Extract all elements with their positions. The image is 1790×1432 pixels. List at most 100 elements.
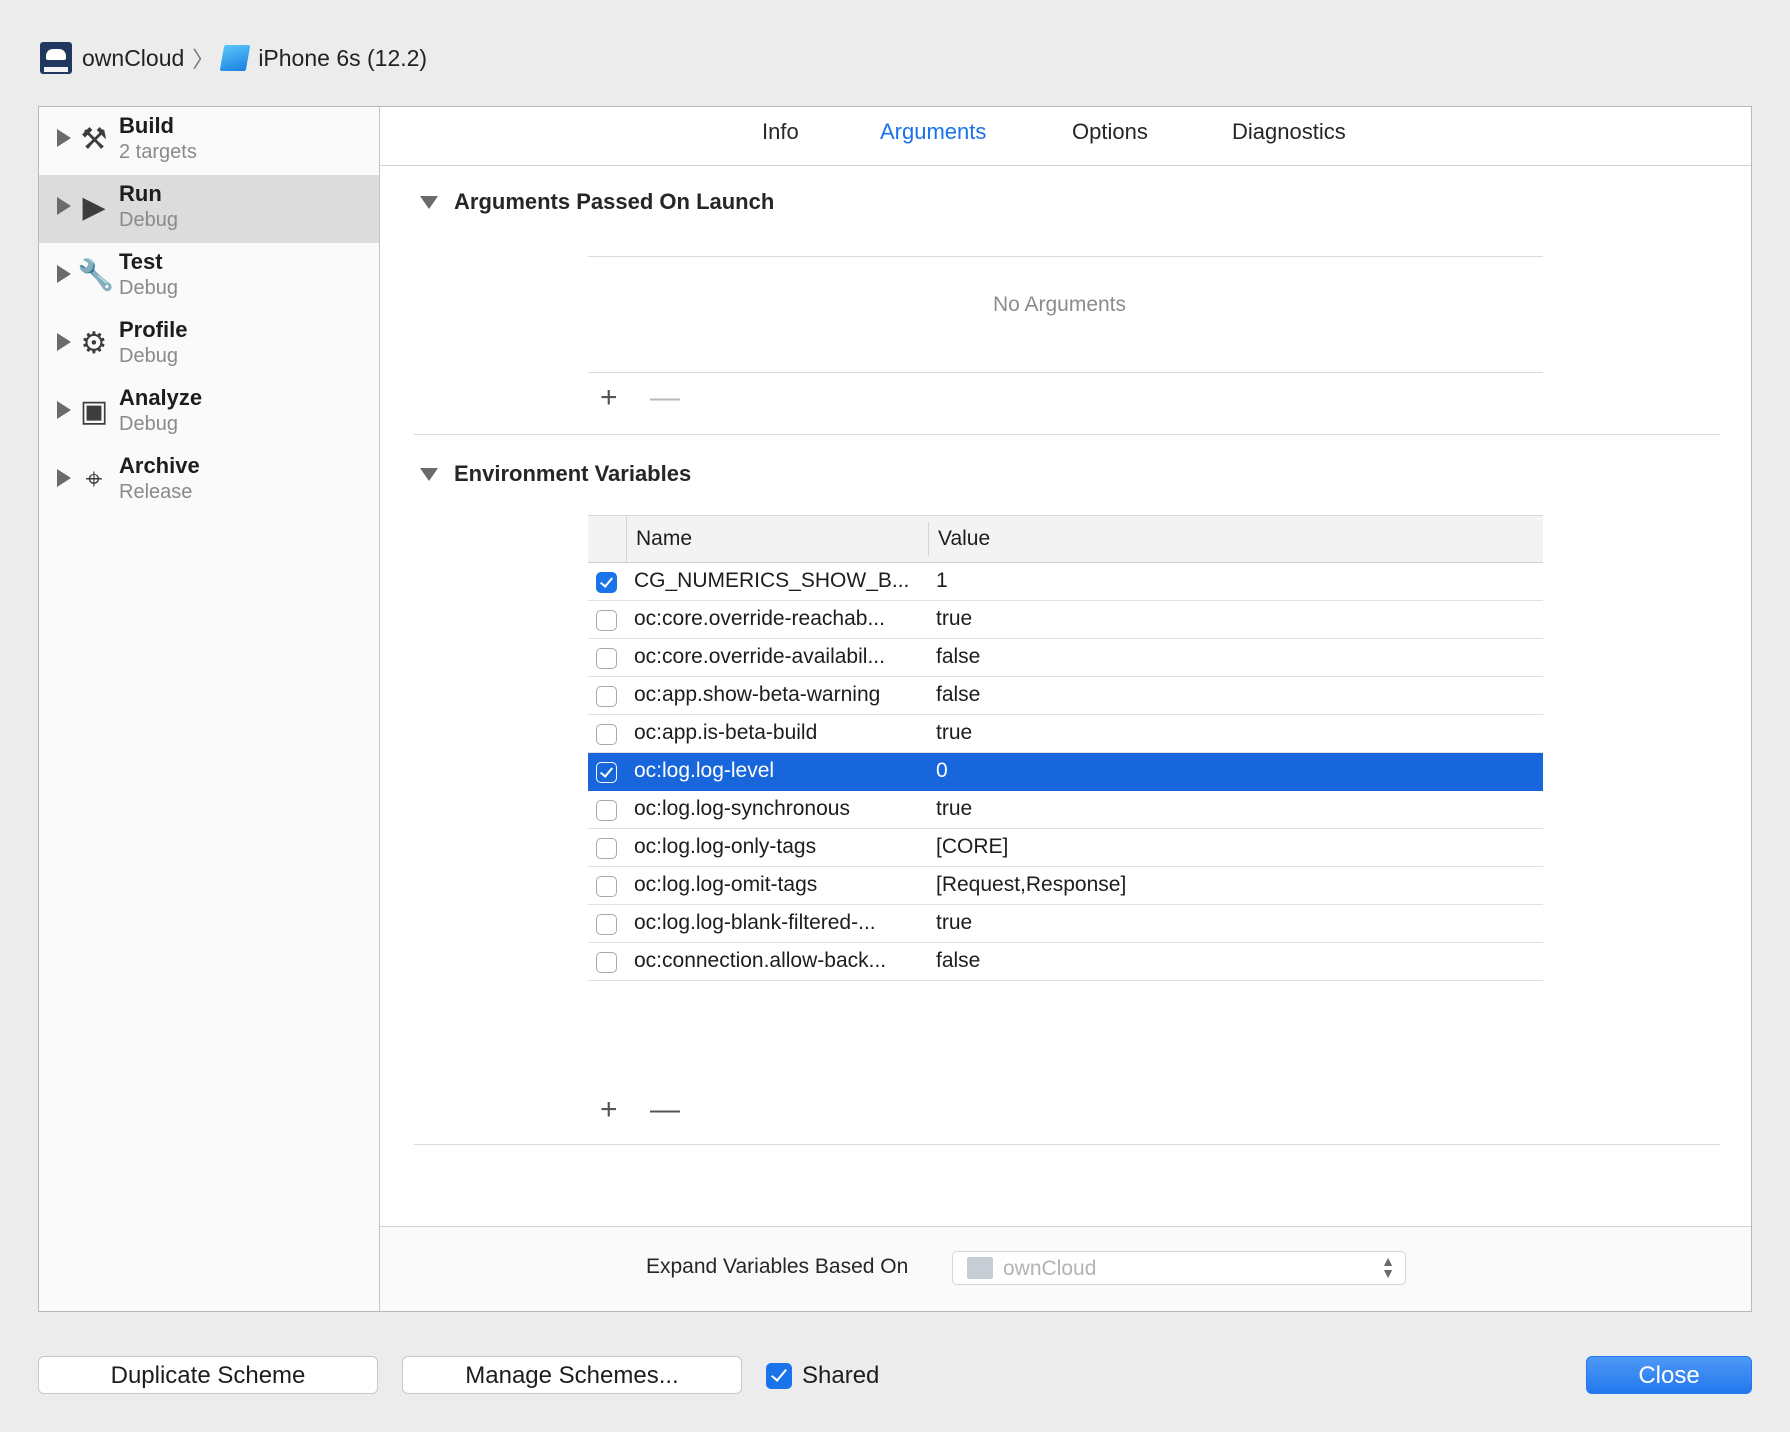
table-row[interactable]: oc:log.log-synchronous true xyxy=(588,791,1543,829)
variable-value[interactable]: true xyxy=(936,721,972,745)
sidebar-item-build[interactable]: ⚒ Build 2 targets xyxy=(39,107,379,175)
disclosure-triangle-icon[interactable] xyxy=(57,129,71,147)
variable-name[interactable]: oc:log.log-level xyxy=(634,759,924,783)
environment-section-header[interactable]: Environment Variables xyxy=(420,461,691,487)
expand-variables-value: ownCloud xyxy=(1003,1257,1097,1280)
table-row[interactable]: oc:log.log-level 0 xyxy=(588,753,1543,791)
variable-value[interactable]: 1 xyxy=(936,569,948,593)
checkbox-column-header xyxy=(588,516,627,562)
disclosure-triangle-icon[interactable] xyxy=(420,195,438,209)
checkbox[interactable] xyxy=(596,724,617,745)
table-row[interactable]: CG_NUMERICS_SHOW_B... 1 xyxy=(588,563,1543,601)
disclosure-triangle-icon[interactable] xyxy=(57,197,71,215)
sidebar-item-test[interactable]: 🔧 Test Debug xyxy=(39,243,379,311)
variable-name[interactable]: oc:connection.allow-back... xyxy=(634,949,924,973)
variable-name[interactable]: oc:log.log-only-tags xyxy=(634,835,924,859)
tab-options[interactable]: Options xyxy=(1072,119,1148,145)
checkbox-checked-icon[interactable] xyxy=(596,762,617,783)
table-row[interactable]: oc:connection.allow-back... false xyxy=(588,943,1543,981)
sidebar-item-title: Profile xyxy=(119,317,188,342)
variable-value[interactable]: false xyxy=(936,645,980,669)
checkbox[interactable] xyxy=(596,648,617,669)
expand-variables-label: Expand Variables Based On xyxy=(646,1255,909,1278)
table-row[interactable]: oc:app.show-beta-warning false xyxy=(588,677,1543,715)
variable-value[interactable]: true xyxy=(936,797,972,821)
variable-value[interactable]: false xyxy=(936,949,980,973)
variable-value[interactable]: 0 xyxy=(936,759,948,783)
table-header: Name Value xyxy=(588,515,1543,563)
variable-name[interactable]: oc:log.log-omit-tags xyxy=(634,873,924,897)
variable-name[interactable]: oc:log.log-blank-filtered-... xyxy=(634,911,924,935)
arguments-section-header[interactable]: Arguments Passed On Launch xyxy=(420,189,774,215)
sidebar-item-analyze[interactable]: ▣ Analyze Debug xyxy=(39,379,379,447)
wrench-icon: 🔧 xyxy=(77,259,115,292)
table-row[interactable]: oc:app.is-beta-build true xyxy=(588,715,1543,753)
value-column-header[interactable]: Value xyxy=(938,527,990,551)
disclosure-triangle-icon[interactable] xyxy=(57,333,71,351)
breadcrumb-device[interactable]: iPhone 6s (12.2) xyxy=(258,45,427,72)
table-row[interactable]: oc:core.override-reachab... true xyxy=(588,601,1543,639)
variable-name[interactable]: oc:app.is-beta-build xyxy=(634,721,924,745)
checkbox-checked-icon[interactable] xyxy=(766,1363,792,1389)
variable-value[interactable]: true xyxy=(936,911,972,935)
add-argument-button[interactable]: + xyxy=(600,383,618,413)
sidebar-item-run[interactable]: ▶ Run Debug xyxy=(39,175,379,243)
variable-name[interactable]: oc:log.log-synchronous xyxy=(634,797,924,821)
breadcrumb: ownCloud 〉 iPhone 6s (12.2) xyxy=(40,40,427,76)
manage-schemes-button[interactable]: Manage Schemes... xyxy=(402,1356,742,1394)
table-row[interactable]: oc:log.log-only-tags [CORE] xyxy=(588,829,1543,867)
owncloud-app-icon xyxy=(967,1257,993,1279)
remove-argument-button[interactable]: — xyxy=(650,383,680,413)
analyze-icon: ▣ xyxy=(79,395,109,428)
checkbox[interactable] xyxy=(596,610,617,631)
variable-name[interactable]: oc:core.override-availabil... xyxy=(634,645,924,669)
disclosure-triangle-icon[interactable] xyxy=(420,467,438,481)
shared-checkbox[interactable]: Shared xyxy=(766,1362,879,1390)
table-row[interactable]: oc:log.log-blank-filtered-... true xyxy=(588,905,1543,943)
sidebar-item-archive[interactable]: ⌖ Archive Release xyxy=(39,447,379,515)
checkbox-checked-icon[interactable] xyxy=(596,572,617,593)
variable-value[interactable]: [Request,Response] xyxy=(936,873,1126,897)
table-row[interactable]: oc:log.log-omit-tags [Request,Response] xyxy=(588,867,1543,905)
sidebar-item-subtitle: Debug xyxy=(119,413,178,435)
add-variable-button[interactable]: + xyxy=(600,1095,618,1125)
variable-value[interactable]: false xyxy=(936,683,980,707)
variable-value[interactable]: [CORE] xyxy=(936,835,1008,859)
checkbox[interactable] xyxy=(596,800,617,821)
checkbox[interactable] xyxy=(596,952,617,973)
disclosure-triangle-icon[interactable] xyxy=(57,469,71,487)
disclosure-triangle-icon[interactable] xyxy=(57,401,71,419)
expand-variables-bar: Expand Variables Based On ownCloud ▲ ▼ xyxy=(380,1226,1751,1311)
checkbox[interactable] xyxy=(596,876,617,897)
tab-info[interactable]: Info xyxy=(762,119,799,145)
hammer-icon: ⚒ xyxy=(80,123,108,156)
breadcrumb-project[interactable]: ownCloud xyxy=(82,45,184,72)
duplicate-scheme-button[interactable]: Duplicate Scheme xyxy=(38,1356,378,1394)
remove-variable-button[interactable]: — xyxy=(650,1095,680,1125)
sidebar-item-profile[interactable]: ⚙ Profile Debug xyxy=(39,311,379,379)
chevron-updown-icon: ▲ ▼ xyxy=(1381,1253,1395,1281)
sidebar-item-title: Archive xyxy=(119,453,200,478)
checkbox[interactable] xyxy=(596,914,617,935)
table-row[interactable]: oc:core.override-availabil... false xyxy=(588,639,1543,677)
disclosure-triangle-icon[interactable] xyxy=(57,265,71,283)
checkbox[interactable] xyxy=(596,686,617,707)
sidebar: ⚒ Build 2 targets ▶ Run Debug 🔧 Test Deb… xyxy=(39,107,380,1311)
owncloud-app-icon xyxy=(40,42,72,74)
variable-value[interactable]: true xyxy=(936,607,972,631)
tab-bar: Info Arguments Options Diagnostics xyxy=(380,107,1751,166)
variable-name[interactable]: oc:core.override-reachab... xyxy=(634,607,924,631)
no-arguments-text: No Arguments xyxy=(992,293,1127,316)
device-icon xyxy=(220,45,251,71)
archive-icon: ⌖ xyxy=(85,463,103,496)
name-column-header[interactable]: Name xyxy=(636,527,692,551)
sidebar-item-subtitle: 2 targets xyxy=(119,141,197,163)
tab-arguments[interactable]: Arguments xyxy=(880,119,986,145)
variable-name[interactable]: oc:app.show-beta-warning xyxy=(634,683,924,707)
close-button[interactable]: Close xyxy=(1586,1356,1752,1394)
expand-variables-popup[interactable]: ownCloud ▲ ▼ xyxy=(952,1251,1406,1285)
variable-name[interactable]: CG_NUMERICS_SHOW_B... xyxy=(634,569,924,593)
checkbox[interactable] xyxy=(596,838,617,859)
section-divider xyxy=(414,1144,1720,1145)
tab-diagnostics[interactable]: Diagnostics xyxy=(1232,119,1346,145)
